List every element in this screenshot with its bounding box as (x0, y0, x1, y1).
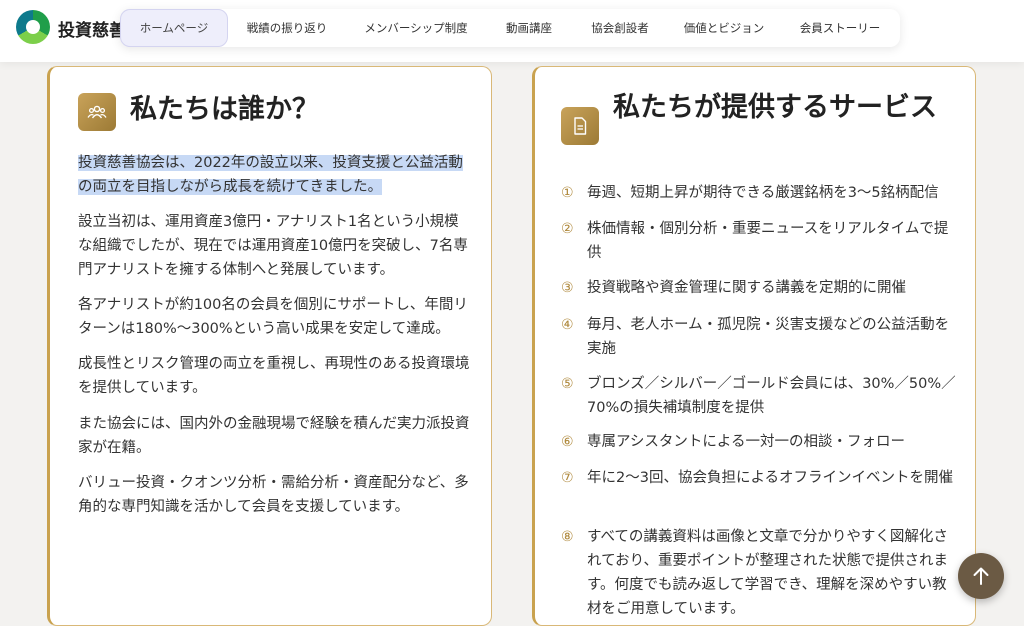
nav-founder[interactable]: 協会創設者 (572, 9, 668, 47)
service-text: すべての講義資料は画像と文章で分かりやすく図解化されており、重要ポイントが整理さ… (587, 529, 949, 617)
nav-values-vision[interactable]: 価値とビジョン (668, 9, 780, 47)
service-item-8: ⑧ すべての講義資料は画像と文章で分かりやすく図解化されており、重要ポイントが整… (561, 525, 956, 621)
services-card: 私たちが提供するサービス ① 毎週、短期上昇が期待できる厳選銘柄を3〜5銘柄配信… (532, 66, 976, 626)
nav-video-courses[interactable]: 動画講座 (486, 9, 572, 47)
brand-name[interactable]: 投資慈善 (58, 16, 128, 41)
service-item-2: ② 株価情報・個別分析・重要ニュースをリアルタイムで提供 (561, 217, 956, 265)
service-item-6: ⑥ 専属アシスタントによる一対一の相談・フォロー (561, 430, 956, 454)
who-paragraph-1: 投資慈善協会は、2022年の設立以来、投資支援と公益活動の両立を目指しながら成長… (78, 151, 473, 199)
service-text: 年に2〜3回、協会負担によるオフラインイベントを開催 (587, 470, 954, 486)
service-number: ⑤ (561, 376, 574, 392)
service-number: ① (561, 185, 574, 201)
service-item-7: ⑦ 年に2〜3回、協会負担によるオフラインイベントを開催 (561, 466, 956, 490)
service-text: 株価情報・個別分析・重要ニュースをリアルタイムで提供 (587, 221, 949, 261)
service-number: ⑧ (561, 529, 574, 545)
service-number: ⑦ (561, 470, 574, 486)
nav-member-stories[interactable]: 会員ストーリー (780, 9, 900, 47)
who-we-are-card: 私たちは誰か？ 投資慈善協会は、2022年の設立以来、投資支援と公益活動の両立を… (47, 66, 492, 626)
service-number: ③ (561, 280, 574, 296)
services-title: 私たちが提供するサービス (613, 92, 937, 123)
service-text: 投資戦略や資金管理に関する講義を定期的に開催 (587, 280, 906, 296)
who-paragraph-2: 設立当初は、運用資産3億円・アナリスト1名という小規模な組織でしたが、現在では運… (78, 214, 468, 278)
service-item-1: ① 毎週、短期上昇が期待できる厳選銘柄を3〜5銘柄配信 (561, 181, 956, 205)
highlighted-text: 投資慈善協会は、2022年の設立以来、投資支援と公益活動の両立を目指しながら成長… (78, 155, 463, 195)
who-paragraph-4: 成長性とリスク管理の両立を重視し、再現性のある投資環境を提供しています。 (78, 356, 470, 396)
service-number: ④ (561, 317, 574, 333)
nav-home[interactable]: ホームページ (120, 9, 228, 47)
who-paragraph-6: バリュー投資・クオンツ分析・需給分析・資産配分など、多角的な専門知識を活かして会… (78, 475, 469, 515)
circular-leaf-logo-icon[interactable] (16, 10, 50, 44)
service-item-4: ④ 毎月、老人ホーム・孤児院・災害支援などの公益活動を実施 (561, 313, 956, 361)
who-paragraph-5: また協会には、国内外の金融現場で経験を積んだ実力派投資家が在籍。 (78, 416, 470, 456)
scroll-to-top-button[interactable] (958, 553, 1004, 599)
people-group-icon (78, 93, 116, 131)
service-number: ② (561, 221, 574, 237)
who-we-are-title: 私たちは誰か？ (130, 94, 319, 125)
nav-membership[interactable]: メンバーシップ制度 (346, 9, 486, 47)
service-item-5: ⑤ ブロンズ／シルバー／ゴールド会員には、30%／50%／70%の損失補填制度を… (561, 372, 956, 420)
document-icon (561, 107, 599, 145)
service-text: 毎月、老人ホーム・孤児院・災害支援などの公益活動を実施 (587, 317, 950, 357)
service-text: ブロンズ／シルバー／ゴールド会員には、30%／50%／70%の損失補填制度を提供 (587, 376, 956, 416)
service-item-3: ③ 投資戦略や資金管理に関する講義を定期的に開催 (561, 276, 956, 300)
nav-performance-review[interactable]: 戦績の振り返り (228, 9, 346, 47)
top-bar: 投資慈善 ホームページ 戦績の振り返り メンバーシップ制度 動画講座 協会創設者… (0, 0, 1024, 62)
service-text: 専属アシスタントによる一対一の相談・フォロー (587, 434, 905, 450)
main-nav: ホームページ 戦績の振り返り メンバーシップ制度 動画講座 協会創設者 価値とビ… (120, 9, 900, 47)
service-number: ⑥ (561, 434, 574, 450)
arrow-up-icon (973, 567, 989, 585)
service-text: 毎週、短期上昇が期待できる厳選銘柄を3〜5銘柄配信 (587, 185, 939, 201)
who-paragraph-3: 各アナリストが約100名の会員を個別にサポートし、年間リターンは180%〜300… (78, 297, 468, 337)
